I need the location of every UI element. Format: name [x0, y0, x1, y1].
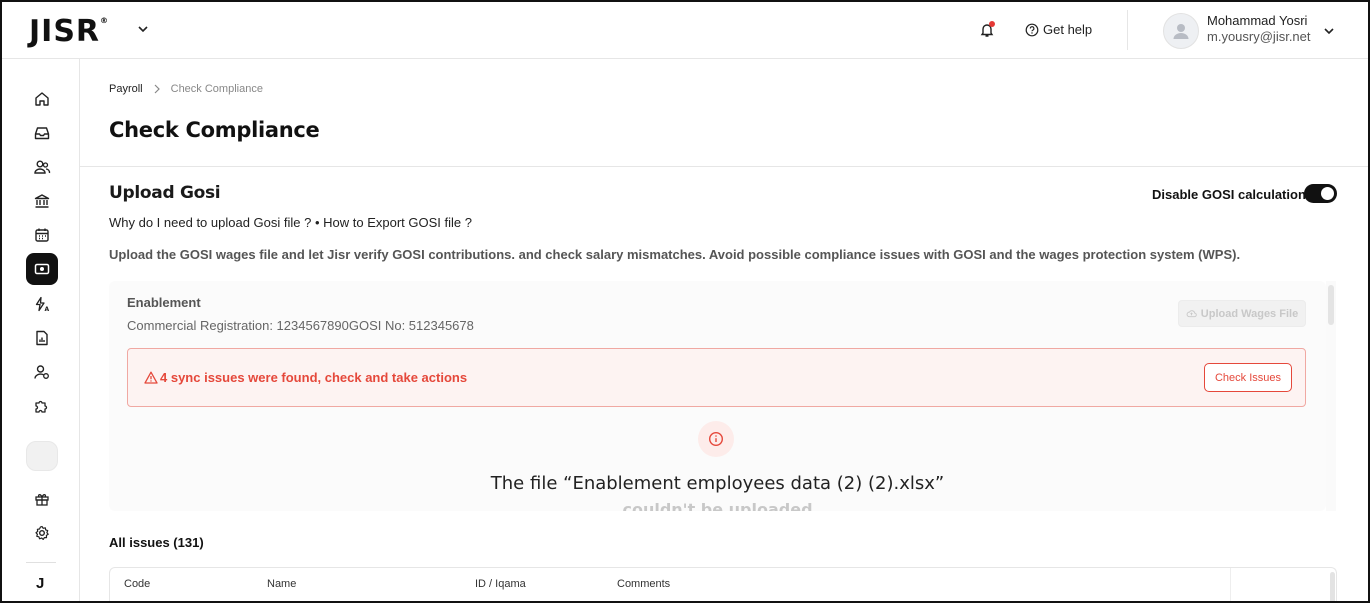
people-icon[interactable] [26, 151, 58, 183]
gift-icon[interactable] [26, 483, 58, 515]
get-help-label: Get help [1043, 22, 1093, 37]
check-issues-button[interactable]: Check Issues [1204, 363, 1292, 392]
app-window: JISR® Get help Mohammad Yosri m.yousry@j… [0, 0, 1370, 603]
disable-gosi-toggle[interactable] [1304, 184, 1337, 203]
upload-wages-label: Upload Wages File [1200, 307, 1299, 320]
calendar-icon[interactable] [26, 219, 58, 251]
gear-icon[interactable] [26, 517, 58, 549]
notification-dot [989, 21, 995, 27]
warning-icon [144, 371, 158, 384]
org-name: Enablement [127, 295, 201, 310]
upload-wages-button[interactable]: Upload Wages File [1178, 300, 1306, 327]
error-title: The file “Enablement employees data (2) … [490, 473, 945, 494]
alert-text: 4 sync issues were found, check and take… [160, 370, 468, 385]
sidebar-placeholder[interactable] [26, 441, 58, 471]
breadcrumb-current: Check Compliance [170, 83, 263, 95]
table-scrollbar[interactable] [1330, 572, 1335, 601]
top-bar: JISR® Get help Mohammad Yosri m.yousry@j… [2, 2, 1368, 59]
puzzle-icon[interactable] [26, 390, 58, 422]
automation-icon[interactable]: A [26, 288, 58, 320]
sidebar: A J [2, 59, 80, 601]
sync-issues-alert: 4 sync issues were found, check and take… [127, 348, 1306, 407]
column-divider [1230, 568, 1231, 601]
user-email: m.yousry@jisr.net [1207, 29, 1311, 44]
report-icon[interactable] [26, 322, 58, 354]
org-meta: Commercial Registration: 1234567890GOSI … [127, 318, 474, 333]
payroll-icon[interactable] [26, 253, 58, 285]
bank-icon[interactable] [26, 185, 58, 217]
divider [1127, 10, 1128, 50]
get-help-button[interactable]: Get help [1025, 22, 1092, 37]
help-links[interactable]: Why do I need to upload Gosi file ? • Ho… [109, 215, 472, 230]
inbox-icon[interactable] [26, 117, 58, 149]
question-icon [1025, 23, 1039, 36]
info-icon [708, 431, 724, 447]
section-description: Upload the GOSI wages file and let Jisr … [109, 247, 1241, 262]
breadcrumb-payroll[interactable]: Payroll [109, 83, 143, 95]
divider [80, 166, 1368, 167]
error-subtitle: couldn't be uploaded [622, 500, 813, 511]
svg-text:A: A [45, 306, 50, 313]
cloud-upload-icon [1186, 310, 1197, 318]
user-name: Mohammad Yosri [1207, 13, 1308, 28]
page-title: Check Compliance [109, 118, 320, 142]
avatar[interactable] [1163, 13, 1199, 49]
chevron-down-icon[interactable] [1322, 24, 1336, 38]
jisr-mark[interactable]: J [36, 575, 44, 592]
toggle-label: Disable GOSI calculation [1152, 187, 1306, 202]
column-header-id[interactable]: ID / Iqama [475, 578, 526, 590]
column-header-comments[interactable]: Comments [617, 578, 670, 590]
chevron-down-icon[interactable] [136, 22, 150, 36]
column-header-code[interactable]: Code [124, 578, 150, 590]
section-title: Upload Gosi [109, 183, 221, 203]
issues-table: Code Name ID / Iqama Comments [109, 567, 1337, 601]
divider [26, 562, 56, 563]
column-header-name[interactable]: Name [267, 578, 296, 590]
chevron-right-icon [154, 84, 160, 94]
breadcrumb: Payroll Check Compliance [109, 83, 263, 95]
card-scrollbar-thumb[interactable] [1328, 285, 1334, 325]
all-issues-title: All issues (131) [109, 535, 204, 550]
jisr-logo[interactable]: JISR® [29, 14, 109, 49]
error-icon-badge [698, 421, 734, 457]
home-icon[interactable] [26, 83, 58, 115]
user-settings-icon[interactable] [26, 356, 58, 388]
user-icon [1173, 24, 1189, 39]
gosi-card: Enablement Commercial Registration: 1234… [109, 281, 1326, 511]
